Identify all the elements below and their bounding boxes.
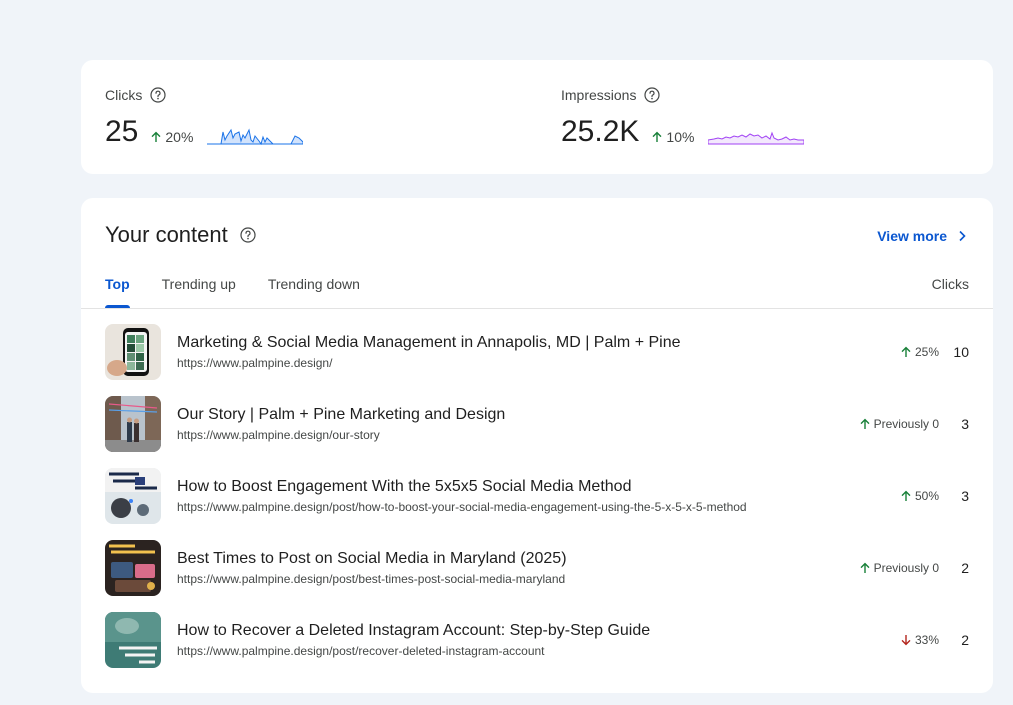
row-url: https://www.palmpine.design/: [177, 356, 333, 370]
row-url: https://www.palmpine.design/post/best-ti…: [177, 572, 566, 586]
row-title: How to Recover a Deleted Instagram Accou…: [177, 622, 651, 639]
arrow-down-icon: [901, 635, 911, 646]
clicks-label: Clicks: [105, 87, 143, 103]
row-title: Marketing & Social Media Management in A…: [177, 334, 681, 351]
content-title: Your content: [105, 222, 228, 247]
row-title: Our Story | Palm + Pine Marketing and De…: [177, 406, 506, 423]
clicks-change: 20%: [150, 129, 193, 145]
tab-trending-down[interactable]: Trending down: [268, 276, 360, 306]
list-item[interactable]: How to Boost Engagement With the 5x5x5 S…: [105, 468, 969, 524]
thumbnail-recover: [105, 612, 161, 668]
row-change: 33%: [900, 633, 939, 647]
row-clicks: 2: [961, 560, 969, 576]
row-url: https://www.palmpine.design/our-story: [177, 428, 380, 442]
tab-trending-up[interactable]: Trending up: [162, 276, 236, 306]
help-circle-icon[interactable]: [150, 87, 166, 103]
thumbnail-street: [105, 396, 161, 452]
your-content-card: Your content View more Top Trending up T…: [81, 198, 993, 693]
content-list: Marketing & Social Media Management in A…: [105, 324, 969, 684]
row-title: How to Boost Engagement With the 5x5x5 S…: [177, 478, 632, 495]
clicks-value: 25: [105, 115, 139, 148]
row-change: 50%: [900, 489, 939, 503]
impressions-metric[interactable]: Impressions 25.2K 10%: [561, 86, 805, 148]
arrow-up-icon: [652, 131, 662, 142]
row-clicks: 2: [961, 632, 969, 648]
clicks-metric[interactable]: Clicks 25 20%: [105, 86, 304, 148]
list-item[interactable]: Marketing & Social Media Management in A…: [105, 324, 969, 380]
row-clicks: 10: [953, 344, 969, 360]
row-clicks: 3: [961, 416, 969, 432]
thumbnail-best-times: [105, 540, 161, 596]
chevron-right-icon: [959, 230, 966, 242]
thumbnail-phone: [105, 324, 161, 380]
tab-top[interactable]: Top: [105, 276, 130, 308]
help-circle-icon[interactable]: [644, 87, 661, 103]
view-more-link[interactable]: View more: [877, 228, 969, 244]
metrics-card: Clicks 25 20% Impressions 25.2K 10%: [81, 60, 993, 174]
row-change: 25%: [900, 345, 939, 359]
arrow-up-icon: [901, 490, 911, 501]
row-url: https://www.palmpine.design/post/recover…: [177, 644, 545, 658]
impressions-sparkline: [708, 131, 805, 145]
impressions-change: 10%: [651, 129, 694, 145]
help-circle-icon[interactable]: [240, 227, 256, 243]
thumbnail-engagement: [105, 468, 161, 524]
list-item[interactable]: Our Story | Palm + Pine Marketing and De…: [105, 396, 969, 452]
row-change: Previously 0: [859, 417, 939, 431]
arrow-up-icon: [860, 418, 870, 429]
row-change: Previously 0: [859, 561, 939, 575]
row-url: https://www.palmpine.design/post/how-to-…: [177, 500, 747, 514]
row-clicks: 3: [961, 488, 969, 504]
arrow-up-icon: [860, 562, 870, 573]
list-item[interactable]: Best Times to Post on Social Media in Ma…: [105, 540, 969, 596]
content-header: Your content: [105, 222, 256, 248]
view-more-label: View more: [877, 228, 947, 244]
clicks-column-header: Clicks: [931, 276, 969, 292]
impressions-value: 25.2K: [561, 115, 640, 148]
row-title: Best Times to Post on Social Media in Ma…: [177, 550, 567, 567]
tabs-divider: [81, 308, 993, 309]
list-item[interactable]: How to Recover a Deleted Instagram Accou…: [105, 612, 969, 668]
impressions-label: Impressions: [561, 87, 637, 103]
arrow-up-icon: [901, 346, 911, 357]
arrow-up-icon: [151, 131, 161, 142]
content-tabs: Top Trending up Trending down: [105, 276, 360, 308]
clicks-sparkline: [207, 128, 304, 146]
